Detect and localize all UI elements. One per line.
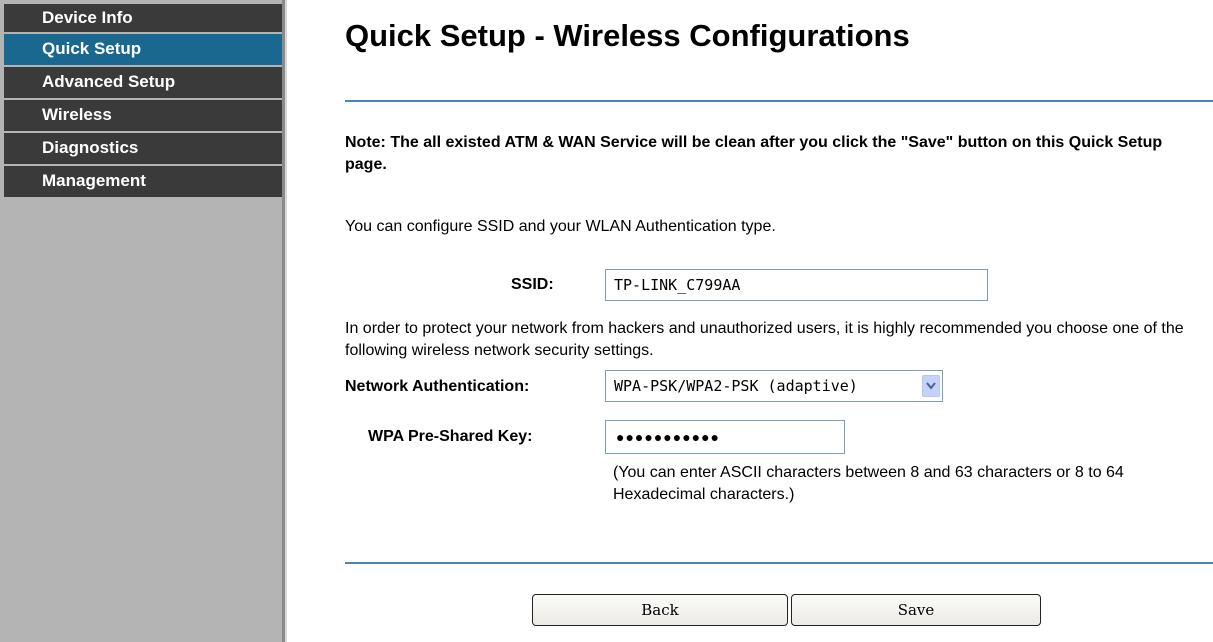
- ssid-label: SSID:: [511, 276, 554, 293]
- network-authentication-value: WPA-PSK/WPA2-PSK (adaptive): [614, 377, 858, 395]
- security-recommendation-text: In order to protect your network from ha…: [345, 320, 1184, 359]
- sidebar-item-diagnostics[interactable]: Diagnostics: [4, 133, 282, 166]
- intro-text: You can configure SSID and your WLAN Aut…: [345, 218, 776, 235]
- page-title: Quick Setup - Wireless Configurations: [345, 18, 910, 53]
- sidebar-item-device-info[interactable]: Device Info: [4, 4, 282, 34]
- sidebar-item-advanced-setup[interactable]: Advanced Setup: [4, 67, 282, 100]
- sidebar-divider-highlight: [285, 0, 287, 642]
- sidebar-item-management[interactable]: Management: [4, 166, 282, 199]
- save-note: Note: The all existed ATM & WAN Service …: [345, 134, 1163, 173]
- wpa-pre-shared-key-label: WPA Pre-Shared Key:: [368, 428, 533, 445]
- chevron-down-icon[interactable]: [922, 375, 940, 397]
- ssid-input[interactable]: TP-LINK_C799AA: [605, 269, 988, 301]
- bottom-divider: [345, 562, 1213, 564]
- sidebar-item-wireless[interactable]: Wireless: [4, 100, 282, 133]
- top-divider: [345, 100, 1213, 102]
- network-authentication-label: Network Authentication:: [345, 378, 530, 395]
- sidebar-menu: Device Info Quick Setup Advanced Setup W…: [4, 4, 282, 199]
- sidebar: Device Info Quick Setup Advanced Setup W…: [0, 0, 282, 642]
- sidebar-item-quick-setup[interactable]: Quick Setup: [4, 34, 282, 67]
- wpa-pre-shared-key-input[interactable]: ●●●●●●●●●●●: [605, 420, 845, 454]
- save-button[interactable]: Save: [791, 594, 1041, 626]
- key-length-hint: (You can enter ASCII characters between …: [613, 464, 1124, 503]
- network-authentication-select[interactable]: WPA-PSK/WPA2-PSK (adaptive): [605, 370, 943, 402]
- back-button[interactable]: Back: [532, 594, 788, 626]
